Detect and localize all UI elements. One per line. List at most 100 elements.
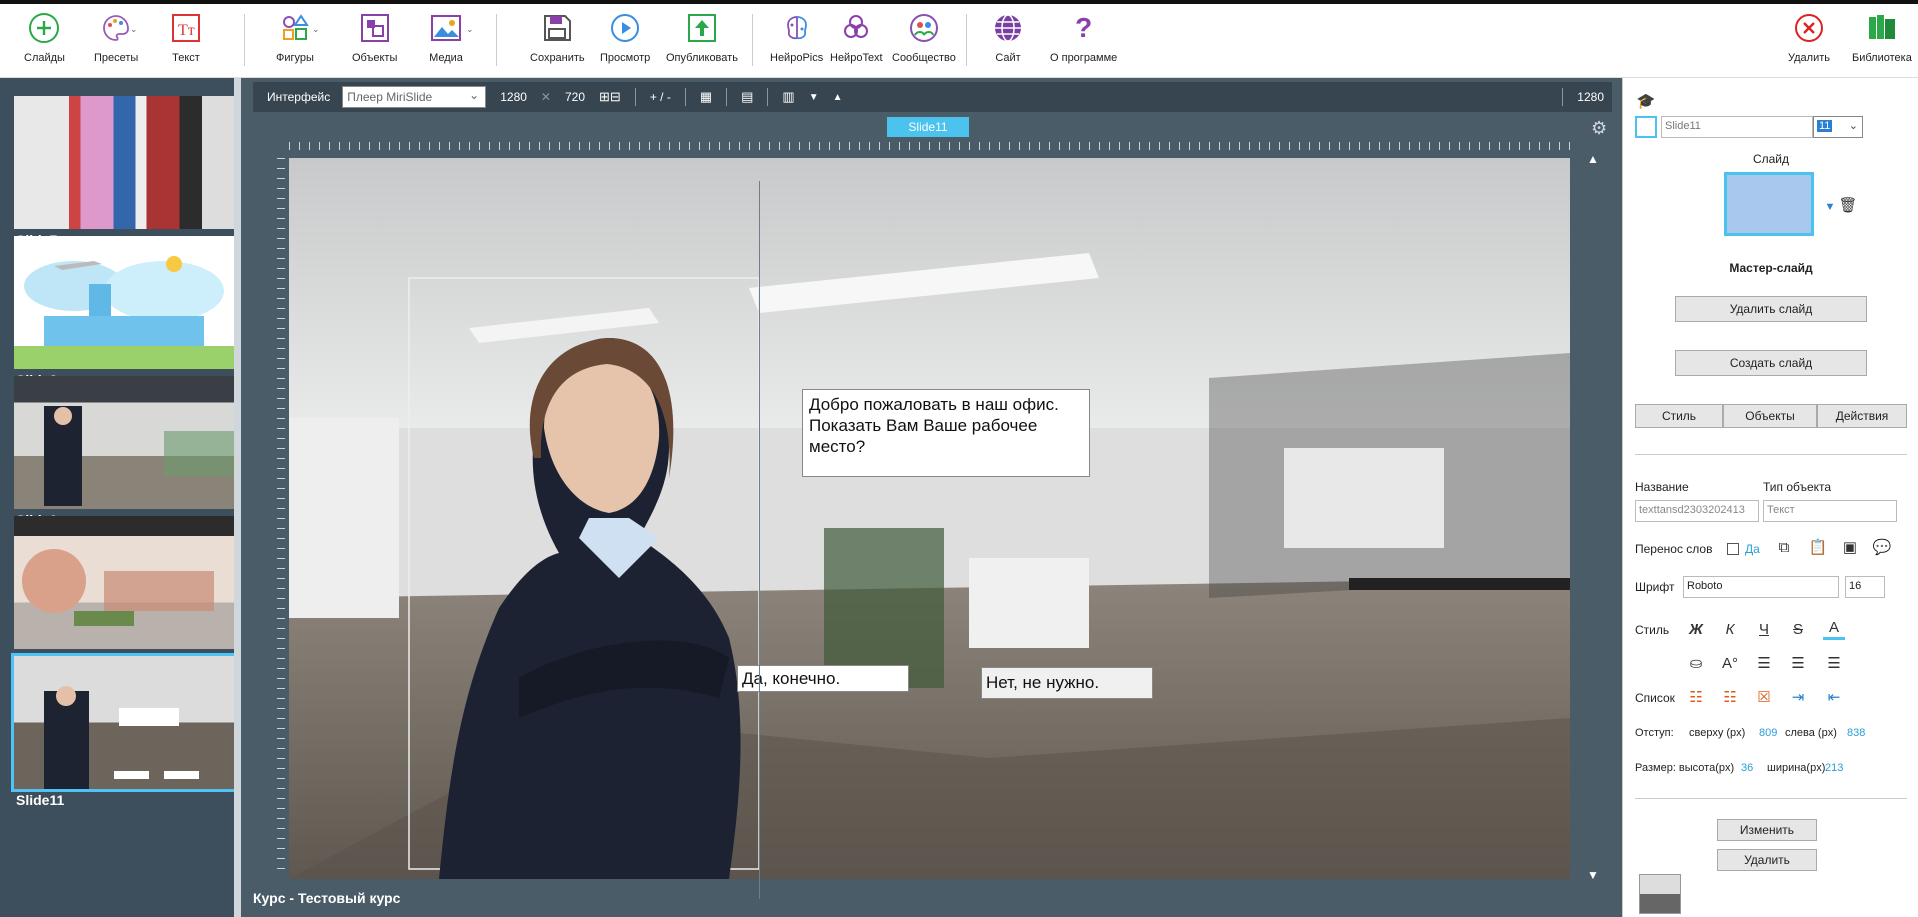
neurotext-button[interactable]: НейроText bbox=[830, 10, 883, 74]
arrow-up-icon[interactable]: ▲ bbox=[833, 92, 843, 103]
indent-icon[interactable]: ⇥ bbox=[1787, 686, 1809, 708]
delete-label: Удалить bbox=[1788, 52, 1830, 64]
object-thumbnail[interactable] bbox=[1639, 874, 1681, 914]
width-value[interactable]: 213 bbox=[1825, 762, 1843, 774]
library-button[interactable]: Библиотека bbox=[1852, 10, 1912, 74]
close-circle-icon bbox=[1791, 10, 1827, 46]
play-icon bbox=[607, 10, 643, 46]
slide-thumb-image bbox=[11, 653, 237, 792]
player-select[interactable]: Плеер MiriSlide bbox=[342, 86, 487, 108]
answer-no-textbox[interactable]: Нет, не нужно. bbox=[981, 667, 1153, 699]
object-name-input[interactable]: texttansd2303202413 bbox=[1635, 500, 1759, 522]
neuropics-button[interactable]: НейроPics bbox=[770, 10, 823, 74]
top-value[interactable]: 809 bbox=[1759, 727, 1777, 739]
left-value[interactable]: 838 bbox=[1847, 727, 1865, 739]
welcome-textbox[interactable]: Добро пожаловать в наш офис. Показать Ва… bbox=[802, 389, 1090, 477]
canvas-width: 1280 bbox=[500, 90, 527, 104]
numbered-list-icon[interactable]: ☷ bbox=[1719, 686, 1741, 708]
answer-yes-textbox[interactable]: Да, конечно. bbox=[737, 665, 909, 692]
neurotext-label: НейроText bbox=[830, 52, 883, 64]
font-effects-icon[interactable]: A° bbox=[1719, 652, 1741, 674]
slide-thumb-11[interactable]: Slide11 bbox=[6, 638, 237, 808]
horizontal-ruler bbox=[289, 142, 1570, 158]
comment-icon[interactable]: 💬 bbox=[1871, 536, 1893, 558]
align-left-icon[interactable]: ☰ bbox=[1753, 652, 1775, 674]
underline-icon[interactable]: Ч bbox=[1753, 618, 1775, 640]
divider bbox=[1635, 798, 1907, 799]
align-right-icon[interactable]: ☰ bbox=[1823, 652, 1845, 674]
style-label: Стиль bbox=[1635, 623, 1670, 637]
remove-list-icon[interactable]: ☒ bbox=[1753, 686, 1775, 708]
scroll-down-icon[interactable]: ▼ bbox=[1587, 868, 1599, 882]
create-slide-button[interactable]: Создать слайд bbox=[1675, 350, 1867, 376]
tab-style[interactable]: Стиль bbox=[1635, 404, 1723, 428]
bold-icon[interactable]: Ж bbox=[1685, 618, 1707, 640]
arrow-down-icon[interactable]: ▼ bbox=[809, 92, 819, 103]
object-type-input[interactable]: Текст bbox=[1763, 500, 1897, 522]
zoom-control[interactable]: + / - bbox=[650, 90, 671, 104]
paint-bucket-icon[interactable]: ⛀ bbox=[1685, 652, 1707, 674]
paste-icon[interactable]: 📋 bbox=[1807, 536, 1829, 558]
font-color-icon[interactable]: A bbox=[1823, 618, 1845, 640]
scroll-up-icon[interactable]: ▲ bbox=[1587, 152, 1599, 166]
outdent-icon[interactable]: ⇤ bbox=[1823, 686, 1845, 708]
slide-color-swatch[interactable] bbox=[1635, 116, 1657, 138]
presets-button[interactable]: ⌄ Пресеты bbox=[94, 10, 138, 74]
text-button[interactable]: Tт Текст bbox=[168, 10, 204, 74]
objects-button[interactable]: Объекты bbox=[352, 10, 397, 74]
slide-canvas[interactable]: Добро пожаловать в наш офис. Показать Ва… bbox=[289, 158, 1570, 879]
font-label: Шрифт bbox=[1635, 580, 1675, 594]
save-button[interactable]: Сохранить bbox=[530, 10, 585, 74]
bar-divider bbox=[634, 88, 636, 106]
slide-thumb-image bbox=[14, 516, 235, 649]
slide-number-select[interactable]: 11 ⌄ bbox=[1813, 116, 1863, 138]
community-button[interactable]: Сообщество bbox=[892, 10, 956, 74]
times-icon: ✕ bbox=[540, 90, 551, 104]
site-button[interactable]: Сайт bbox=[990, 10, 1026, 74]
canvas-height: 720 bbox=[564, 90, 586, 104]
globe-icon bbox=[990, 10, 1026, 46]
resize-plus-minus-icon[interactable]: ⊞⊟ bbox=[599, 89, 621, 105]
master-slide-label: Мастер-слайд bbox=[1729, 261, 1813, 275]
bulleted-list-icon[interactable]: ☷ bbox=[1685, 686, 1707, 708]
font-size-select[interactable]: 16 bbox=[1845, 576, 1885, 598]
palette-icon bbox=[98, 10, 134, 46]
grid-icon[interactable]: ▦ bbox=[700, 89, 712, 105]
slide-thumbnails: Slide7 Slide8 Slide9 Slide10 Slide11 bbox=[0, 78, 237, 917]
slides-scrollbar[interactable] bbox=[234, 78, 241, 917]
slide-name-input[interactable]: Slide11 bbox=[1661, 116, 1813, 138]
guides-icon[interactable]: ▥ bbox=[782, 89, 794, 105]
chevron-down-icon: ⌄ bbox=[312, 24, 320, 34]
media-button[interactable]: ⌄ Медиа bbox=[428, 10, 474, 74]
publish-button[interactable]: Опубликовать bbox=[666, 10, 738, 74]
text-label: Текст bbox=[172, 52, 200, 64]
copy-icon[interactable]: ⧉ bbox=[1773, 536, 1795, 558]
height-value[interactable]: 36 bbox=[1741, 762, 1753, 774]
strikethrough-icon[interactable]: S bbox=[1787, 618, 1809, 640]
font-select[interactable]: Roboto bbox=[1683, 576, 1839, 598]
tab-objects[interactable]: Объекты bbox=[1723, 404, 1817, 428]
remove-button[interactable]: Удалить bbox=[1717, 849, 1817, 871]
trash-icon[interactable]: 🗑 bbox=[1837, 194, 1859, 216]
slide-preview-swatch[interactable] bbox=[1724, 172, 1814, 236]
gear-icon[interactable]: ⚙ bbox=[1591, 118, 1607, 139]
graduation-cap-icon[interactable]: 🎓 bbox=[1635, 90, 1657, 112]
tab-actions[interactable]: Действия bbox=[1817, 404, 1907, 428]
delete-slide-button[interactable]: Удалить слайд bbox=[1675, 296, 1867, 322]
align-center-icon[interactable]: ☰ bbox=[1787, 652, 1809, 674]
ruler-toggle-icon[interactable]: ▤ bbox=[741, 89, 753, 105]
chevron-down-icon: ⌄ bbox=[130, 24, 138, 34]
image-icon bbox=[428, 10, 464, 46]
document-icon[interactable]: ▣ bbox=[1839, 536, 1861, 558]
slide-thumb-image bbox=[14, 376, 235, 509]
word-wrap-checkbox[interactable] bbox=[1727, 543, 1739, 555]
delete-button[interactable]: Удалить bbox=[1788, 10, 1830, 74]
about-button[interactable]: ? О программе bbox=[1050, 10, 1117, 74]
preview-label: Просмотр bbox=[600, 52, 651, 64]
italic-icon[interactable]: К bbox=[1719, 618, 1741, 640]
preview-button[interactable]: Просмотр bbox=[600, 10, 650, 74]
change-button[interactable]: Изменить bbox=[1717, 819, 1817, 841]
text-icon: Tт bbox=[168, 10, 204, 46]
figures-button[interactable]: ⌄ Фигуры bbox=[276, 10, 320, 74]
slides-button[interactable]: Слайды bbox=[24, 10, 65, 74]
